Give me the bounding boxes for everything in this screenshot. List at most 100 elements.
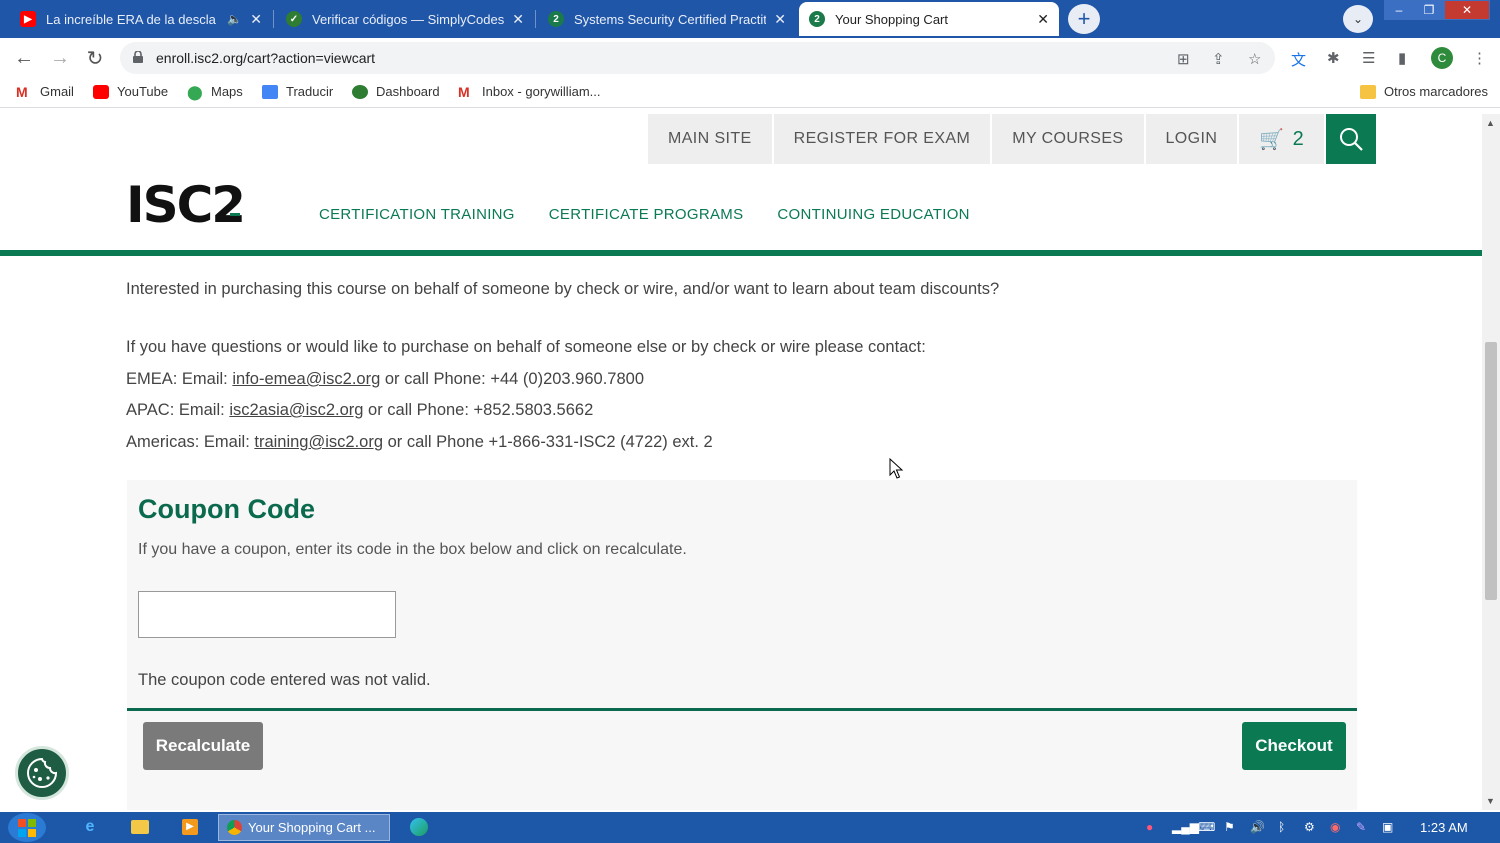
tab-separator: [535, 10, 536, 28]
maps-pin-icon: ⬤: [187, 83, 203, 100]
emea-email-link[interactable]: info-emea@isc2.org: [232, 370, 380, 388]
header-divider: [0, 250, 1482, 256]
nav-register-for-exam[interactable]: REGISTER FOR EXAM: [773, 114, 991, 164]
tab-title: Verificar códigos — SimplyCodes: [312, 11, 505, 27]
bookmark-dashboard[interactable]: Dashboard: [352, 84, 440, 99]
purchase-intro: Interested in purchasing this course on …: [126, 280, 1000, 298]
speaker-icon[interactable]: 🔈: [227, 12, 242, 26]
close-icon[interactable]: ✕: [1037, 11, 1049, 28]
utility-nav: MAIN SITE REGISTER FOR EXAM MY COURSES L…: [648, 114, 1377, 164]
americas-phone: or call Phone +1-866-331-ISC2 (4722) ext…: [383, 433, 713, 451]
bookmark-gmail[interactable]: M Gmail: [16, 84, 74, 99]
apac-prefix: APAC: Email:: [126, 401, 230, 419]
forward-arrow-icon[interactable]: →: [48, 46, 72, 70]
americas-email-link[interactable]: training@isc2.org: [254, 433, 383, 451]
page-scrollbar[interactable]: ▲ ▼: [1482, 114, 1500, 810]
tray-app-icon[interactable]: ●: [1146, 820, 1153, 834]
bookmark-star-icon[interactable]: ☆: [1248, 50, 1261, 68]
nav-certification-training[interactable]: CERTIFICATION TRAINING: [319, 206, 515, 223]
start-button[interactable]: [8, 813, 46, 842]
browser-tab-strip: ▶ La increíble ERA de la descla 🔈 ✕ ✓ Ve…: [0, 0, 1500, 38]
web-page: MAIN SITE REGISTER FOR EXAM MY COURSES L…: [0, 114, 1482, 810]
signal-icon[interactable]: ▂▄▆: [1172, 820, 1199, 834]
lock-icon[interactable]: [133, 51, 143, 63]
reading-list-icon[interactable]: ☰: [1362, 49, 1375, 67]
apac-phone: or call Phone: +852.5803.5662: [363, 401, 594, 419]
media-player-icon[interactable]: ▶: [177, 815, 203, 839]
taskbar-clock[interactable]: 1:23 AM: [1420, 820, 1468, 835]
coupon-section: Coupon Code If you have a coupon, enter …: [127, 480, 1357, 810]
safely-remove-icon[interactable]: ▣: [1382, 820, 1393, 834]
nav-my-courses[interactable]: MY COURSES: [992, 114, 1144, 164]
bookmark-youtube[interactable]: YouTube: [93, 84, 168, 99]
windows-taskbar: e ▶ Your Shopping Cart ... ● ▂▄▆ ⌨ ⚑ 🔊 ᛒ…: [0, 812, 1500, 843]
nav-certificate-programs[interactable]: CERTIFICATE PROGRAMS: [549, 206, 744, 223]
tab-youtube[interactable]: ▶ La increíble ERA de la descla 🔈 ✕: [10, 2, 272, 36]
kebab-menu-icon[interactable]: ⋮: [1472, 49, 1487, 67]
translate-extension-icon[interactable]: 文: [1291, 49, 1306, 70]
close-icon[interactable]: ✕: [512, 11, 524, 28]
close-icon[interactable]: ✕: [774, 11, 786, 28]
translate-icon[interactable]: ⊞: [1177, 50, 1190, 68]
coupon-code-input[interactable]: [138, 591, 396, 638]
antivirus-icon[interactable]: ◉: [1330, 820, 1340, 834]
tab-search-button[interactable]: ⌄: [1343, 5, 1373, 33]
new-tab-button[interactable]: +: [1068, 4, 1100, 34]
tab-shopping-cart[interactable]: 2 Your Shopping Cart ✕: [799, 2, 1059, 36]
scroll-down-arrow-icon[interactable]: ▼: [1486, 796, 1495, 806]
side-panel-icon[interactable]: ▮: [1398, 49, 1406, 67]
bookmark-inbox[interactable]: M Inbox - gorywilliam...: [458, 84, 600, 99]
emea-phone: or call Phone: +44 (0)203.960.7800: [380, 370, 644, 388]
file-explorer-icon[interactable]: [127, 815, 153, 839]
close-icon[interactable]: ✕: [250, 11, 262, 28]
contact-intro: If you have questions or would like to p…: [126, 338, 926, 356]
url-text[interactable]: enroll.isc2.org/cart?action=viewcart: [156, 50, 375, 66]
mouse-cursor-icon: [889, 458, 904, 479]
bluetooth-icon[interactable]: ᛒ: [1278, 820, 1285, 834]
emea-prefix: EMEA: Email:: [126, 370, 233, 388]
tab-sscp[interactable]: 2 Systems Security Certified Practit ✕: [538, 2, 796, 36]
tab-title: Systems Security Certified Practit: [574, 11, 767, 27]
apac-email-link[interactable]: isc2asia@isc2.org: [229, 401, 363, 419]
coupon-title: Coupon Code: [138, 494, 315, 524]
taskbar-chrome-task[interactable]: Your Shopping Cart ...: [218, 814, 390, 841]
internet-explorer-icon[interactable]: e: [77, 815, 103, 839]
bookmark-traducir[interactable]: Traducir: [262, 84, 333, 99]
volume-icon[interactable]: 🔊: [1250, 820, 1265, 834]
address-bar[interactable]: enroll.isc2.org/cart?action=viewcart ⊞ ⇪…: [120, 42, 1275, 74]
coupon-error-message: The coupon code entered was not valid.: [138, 671, 431, 689]
cart-button[interactable]: 🛒 2: [1239, 114, 1325, 164]
nav-continuing-education[interactable]: CONTINUING EDUCATION: [777, 206, 969, 223]
logo-accent: [230, 213, 240, 216]
window-close-button[interactable]: ✕: [1444, 0, 1490, 20]
scroll-up-arrow-icon[interactable]: ▲: [1486, 118, 1495, 128]
contact-apac: APAC: Email: isc2asia@isc2.org or call P…: [126, 401, 593, 420]
network-icon[interactable]: ⚙: [1304, 820, 1315, 834]
search-button[interactable]: [1326, 114, 1377, 164]
bookmark-other[interactable]: Otros marcadores: [1360, 84, 1488, 99]
nav-login[interactable]: LOGIN: [1145, 114, 1238, 164]
isc2-logo[interactable]: ISC2: [126, 176, 246, 234]
action-center-flag-icon[interactable]: ⚑: [1224, 820, 1235, 834]
keyboard-icon[interactable]: ⌨: [1198, 820, 1215, 834]
reload-icon[interactable]: ↻: [83, 46, 107, 70]
nav-main-site[interactable]: MAIN SITE: [648, 114, 772, 164]
restore-button[interactable]: ❐: [1414, 0, 1444, 20]
pen-icon[interactable]: ✎: [1356, 820, 1366, 834]
tab-simplycodes[interactable]: ✓ Verificar códigos — SimplyCodes ✕: [276, 2, 534, 36]
edge-icon[interactable]: [406, 815, 432, 839]
youtube-icon: [93, 84, 109, 99]
scrollbar-thumb[interactable]: [1485, 342, 1497, 600]
chrome-icon: [227, 820, 242, 835]
bookmark-maps[interactable]: ⬤ Maps: [187, 84, 243, 99]
share-icon[interactable]: ⇪: [1212, 50, 1225, 68]
bookmark-label: YouTube: [117, 84, 169, 99]
profile-avatar[interactable]: C: [1431, 47, 1453, 69]
back-arrow-icon[interactable]: ←: [12, 46, 36, 70]
cookie-settings-button[interactable]: [15, 746, 69, 800]
recalculate-button[interactable]: Recalculate: [143, 722, 263, 770]
checkout-button[interactable]: Checkout: [1242, 722, 1346, 770]
minimize-button[interactable]: –: [1384, 0, 1414, 20]
extensions-puzzle-icon[interactable]: ✱: [1327, 49, 1340, 67]
isc2-2-icon: 2: [809, 11, 825, 27]
